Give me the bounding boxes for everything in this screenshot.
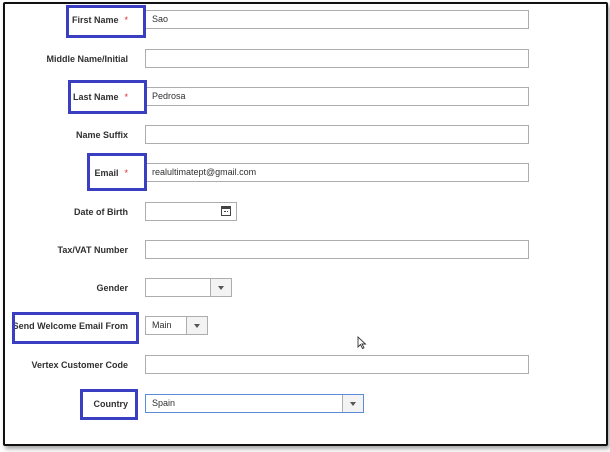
vertex-code-input[interactable] [145,355,529,374]
vertex-code-label: Vertex Customer Code [31,360,128,370]
send-welcome-value: Main [152,320,172,330]
middle-name-label: Middle Name/Initial [46,54,128,64]
dob-label: Date of Birth [74,207,128,217]
send-welcome-select[interactable]: Main [145,316,208,335]
middle-name-input[interactable] [145,49,529,68]
country-select[interactable]: Spain [145,394,364,413]
highlight-box-country [80,389,138,420]
highlight-box-email [87,153,147,191]
gender-select[interactable] [145,278,232,297]
taxvat-label: Tax/VAT Number [57,245,128,255]
highlight-box-send-welcome [12,312,139,344]
chevron-down-icon[interactable] [210,279,231,296]
highlight-box-first-name [66,5,146,38]
dob-input[interactable] [145,202,237,221]
gender-label: Gender [96,283,128,293]
chevron-down-icon[interactable] [186,317,207,334]
chevron-down-icon[interactable] [342,395,363,412]
name-suffix-input[interactable] [145,125,529,144]
taxvat-input[interactable] [145,240,529,259]
name-suffix-label: Name Suffix [75,130,128,140]
calendar-icon[interactable] [221,206,231,216]
mouse-cursor-icon [357,336,367,350]
highlight-box-last-name [68,80,147,114]
email-input[interactable]: realultimatept@gmail.com [145,163,529,182]
last-name-input[interactable]: Pedrosa [145,87,529,106]
country-value: Spain [152,398,176,408]
first-name-input[interactable]: Sao [145,10,529,29]
